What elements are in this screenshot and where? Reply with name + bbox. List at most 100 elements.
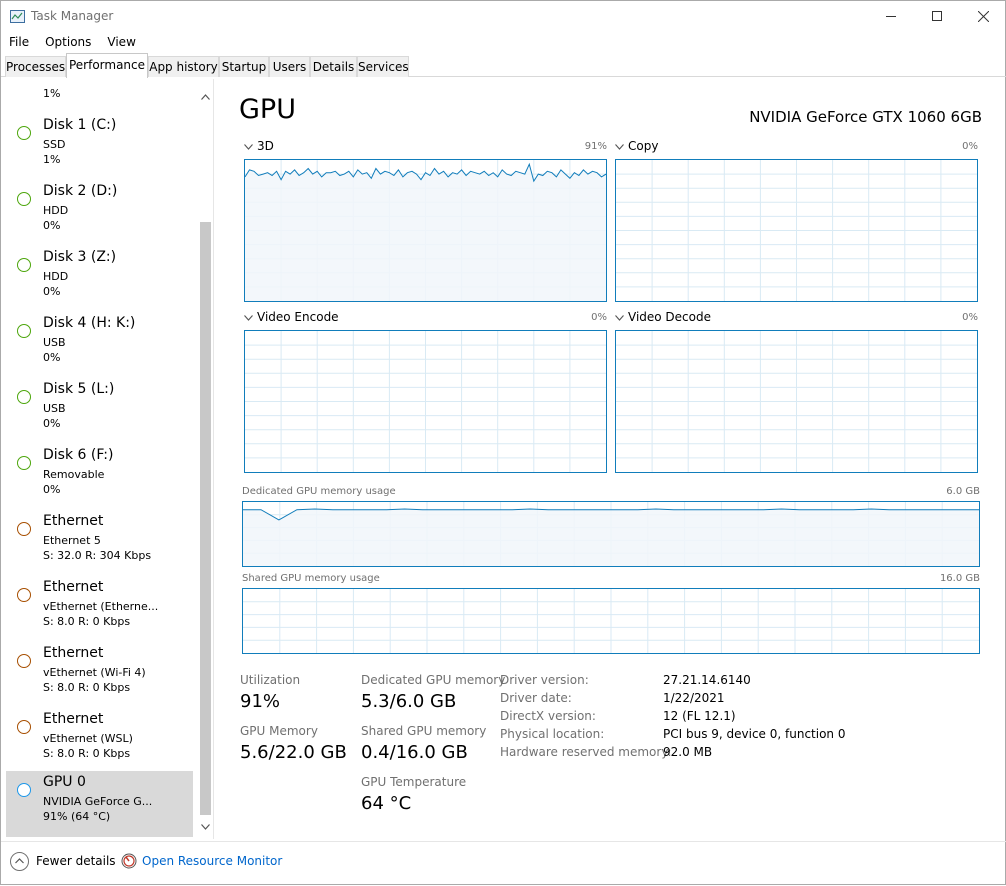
engine-video-decode-label: Video Decode <box>628 310 711 324</box>
fewer-details-icon[interactable] <box>10 852 29 871</box>
engine-3d-label: 3D <box>257 139 274 153</box>
sidebar-item-sub: USB <box>43 336 66 349</box>
tab-details[interactable]: Details <box>310 56 357 77</box>
net-status-icon <box>17 522 31 536</box>
sidebar-item-sub: vEthernet (Wi-Fi 4) <box>43 666 146 679</box>
maximize-button[interactable] <box>914 1 960 31</box>
disk-status-icon <box>17 324 31 338</box>
tab-app-history[interactable]: App history <box>148 56 219 77</box>
sidebar-item-sub: Removable <box>43 468 105 481</box>
dedicated-memory-graph <box>242 501 980 567</box>
menu-view[interactable]: View <box>99 33 143 51</box>
dedicated-memory-max: 6.0 GB <box>946 486 980 497</box>
chevron-down-icon <box>200 824 210 830</box>
sidebar-item-value: 91% (64 °C) <box>43 810 111 823</box>
partial-item-value: 1% <box>43 87 61 100</box>
dedicated-memory-stat-label: Dedicated GPU memory <box>361 673 506 687</box>
sidebar-item-value: 0% <box>43 285 61 298</box>
hardware-reserved-memory-label: Hardware reserved memory: <box>500 745 672 759</box>
driver-version-label: Driver version: <box>500 673 589 687</box>
physical-location-label: Physical location: <box>500 727 605 741</box>
sidebar-item-value: 0% <box>43 483 61 496</box>
sidebar-item-disk[interactable]: Disk 5 (L:) USB 0% <box>6 378 193 444</box>
task-manager-window: Task Manager File Options View Processes… <box>0 0 1006 885</box>
disk-status-icon <box>17 126 31 140</box>
engine-video-decode-selector[interactable]: Video Decode <box>615 310 711 324</box>
tab-performance[interactable]: Performance <box>66 53 148 78</box>
resource-sidebar: 1% Disk 1 (C:) SSD 1% Disk 2 (D:) HDD 0% Disk … <box>1 79 214 839</box>
sidebar-item-disk[interactable]: Disk 2 (D:) HDD 0% <box>6 180 193 246</box>
device-name: NVIDIA GeForce GTX 1060 6GB <box>749 108 982 126</box>
driver-date-label: Driver date: <box>500 691 572 705</box>
physical-location-value: PCI bus 9, device 0, function 0 <box>663 727 846 741</box>
sidebar-item-disk[interactable]: Disk 4 (H: K:) USB 0% <box>6 312 193 378</box>
sidebar-item-net[interactable]: Ethernet vEthernet (WSL) S: 8.0 R: 0 Kbps <box>6 708 193 774</box>
sidebar-item-disk[interactable]: Disk 3 (Z:) HDD 0% <box>6 246 193 312</box>
chevron-down-icon <box>615 139 625 153</box>
sidebar-item-title: Disk 2 (D:) <box>43 183 118 199</box>
sidebar-item-sub: NVIDIA GeForce G... <box>43 795 153 808</box>
sidebar-item-net[interactable]: Ethernet vEthernet (Etherne... S: 8.0 R: 0… <box>6 576 193 642</box>
shared-memory-label: Shared GPU memory usage <box>242 573 380 584</box>
hardware-reserved-memory-value: 92.0 MB <box>663 745 713 759</box>
sidebar-item-disk[interactable]: Disk 6 (F:) Removable 0% <box>6 444 193 510</box>
gpu-memory-label: GPU Memory <box>240 724 318 738</box>
scroll-thumb[interactable] <box>200 222 211 815</box>
graph-area <box>243 509 979 566</box>
sidebar-item-value: S: 8.0 R: 0 Kbps <box>43 615 131 628</box>
tab-startup[interactable]: Startup <box>219 56 269 77</box>
utilization-value: 91% <box>240 691 281 712</box>
engine-copy-graph <box>615 159 978 302</box>
chevron-down-icon <box>615 310 625 324</box>
tab-processes[interactable]: Processes <box>5 56 66 77</box>
driver-version-value: 27.21.14.6140 <box>663 673 751 687</box>
engine-video-encode-pct: 0% <box>591 312 607 323</box>
sidebar-item-gpu[interactable]: GPU 0 NVIDIA GeForce G... 91% (64 °C) <box>6 771 193 837</box>
tab-bar: Processes Performance App history Startu… <box>1 53 1006 78</box>
tab-services[interactable]: Services <box>357 56 409 77</box>
directx-version-label: DirectX version: <box>500 709 596 723</box>
sidebar-item-title: Ethernet <box>43 513 104 529</box>
sidebar-item-disk[interactable]: Disk 1 (C:) SSD 1% <box>6 114 193 180</box>
sidebar-item-title: Disk 5 (L:) <box>43 381 115 397</box>
sidebar-item-value: 1% <box>43 153 61 166</box>
gpu-temperature-value: 64 °C <box>361 793 412 814</box>
sidebar-item-value: 0% <box>43 351 61 364</box>
scroll-up-button[interactable] <box>197 89 213 105</box>
shared-memory-graph <box>242 588 980 654</box>
gpu-detail-panel: GPU NVIDIA GeForce GTX 1060 6GB 3D 91% C… <box>223 79 1006 839</box>
tab-users[interactable]: Users <box>269 56 310 77</box>
net-status-icon <box>17 654 31 668</box>
net-status-icon <box>17 588 31 602</box>
open-resource-monitor-link[interactable]: Open Resource Monitor <box>142 854 282 868</box>
menu-options[interactable]: Options <box>37 33 99 51</box>
disk-status-icon <box>17 456 31 470</box>
sidebar-item-title: GPU 0 <box>43 774 86 790</box>
sidebar-item-net[interactable]: Ethernet vEthernet (Wi-Fi 4) S: 8.0 R: 0 K… <box>6 642 193 708</box>
sidebar-item-sub: USB <box>43 402 66 415</box>
engine-3d-selector[interactable]: 3D <box>244 139 274 153</box>
gpu-status-icon <box>17 783 31 797</box>
sidebar-item-title: Ethernet <box>43 645 104 661</box>
scroll-down-button[interactable] <box>197 819 213 835</box>
menu-file[interactable]: File <box>1 33 37 51</box>
engine-video-encode-selector[interactable]: Video Encode <box>244 310 339 324</box>
chevron-down-icon <box>244 139 254 153</box>
engine-copy-label: Copy <box>628 139 659 153</box>
engine-3d-graph <box>244 159 607 302</box>
close-icon <box>977 10 989 22</box>
net-status-icon <box>17 720 31 734</box>
utilization-label: Utilization <box>240 673 301 687</box>
minimize-button[interactable] <box>868 1 914 31</box>
fewer-details-button[interactable]: Fewer details <box>36 854 116 868</box>
resource-monitor-icon[interactable] <box>121 853 137 869</box>
sidebar-item-title: Ethernet <box>43 711 104 727</box>
disk-status-icon <box>17 390 31 404</box>
sidebar-item-title: Ethernet <box>43 579 104 595</box>
sidebar-scrollbar[interactable] <box>197 79 213 839</box>
sidebar-item-net[interactable]: Ethernet Ethernet 5 S: 32.0 R: 304 Kbps <box>6 510 193 576</box>
engine-copy-selector[interactable]: Copy <box>615 139 658 153</box>
sidebar-item-sub: vEthernet (WSL) <box>43 732 133 745</box>
title-bar[interactable]: Task Manager <box>1 1 1006 33</box>
close-button[interactable] <box>960 1 1006 31</box>
